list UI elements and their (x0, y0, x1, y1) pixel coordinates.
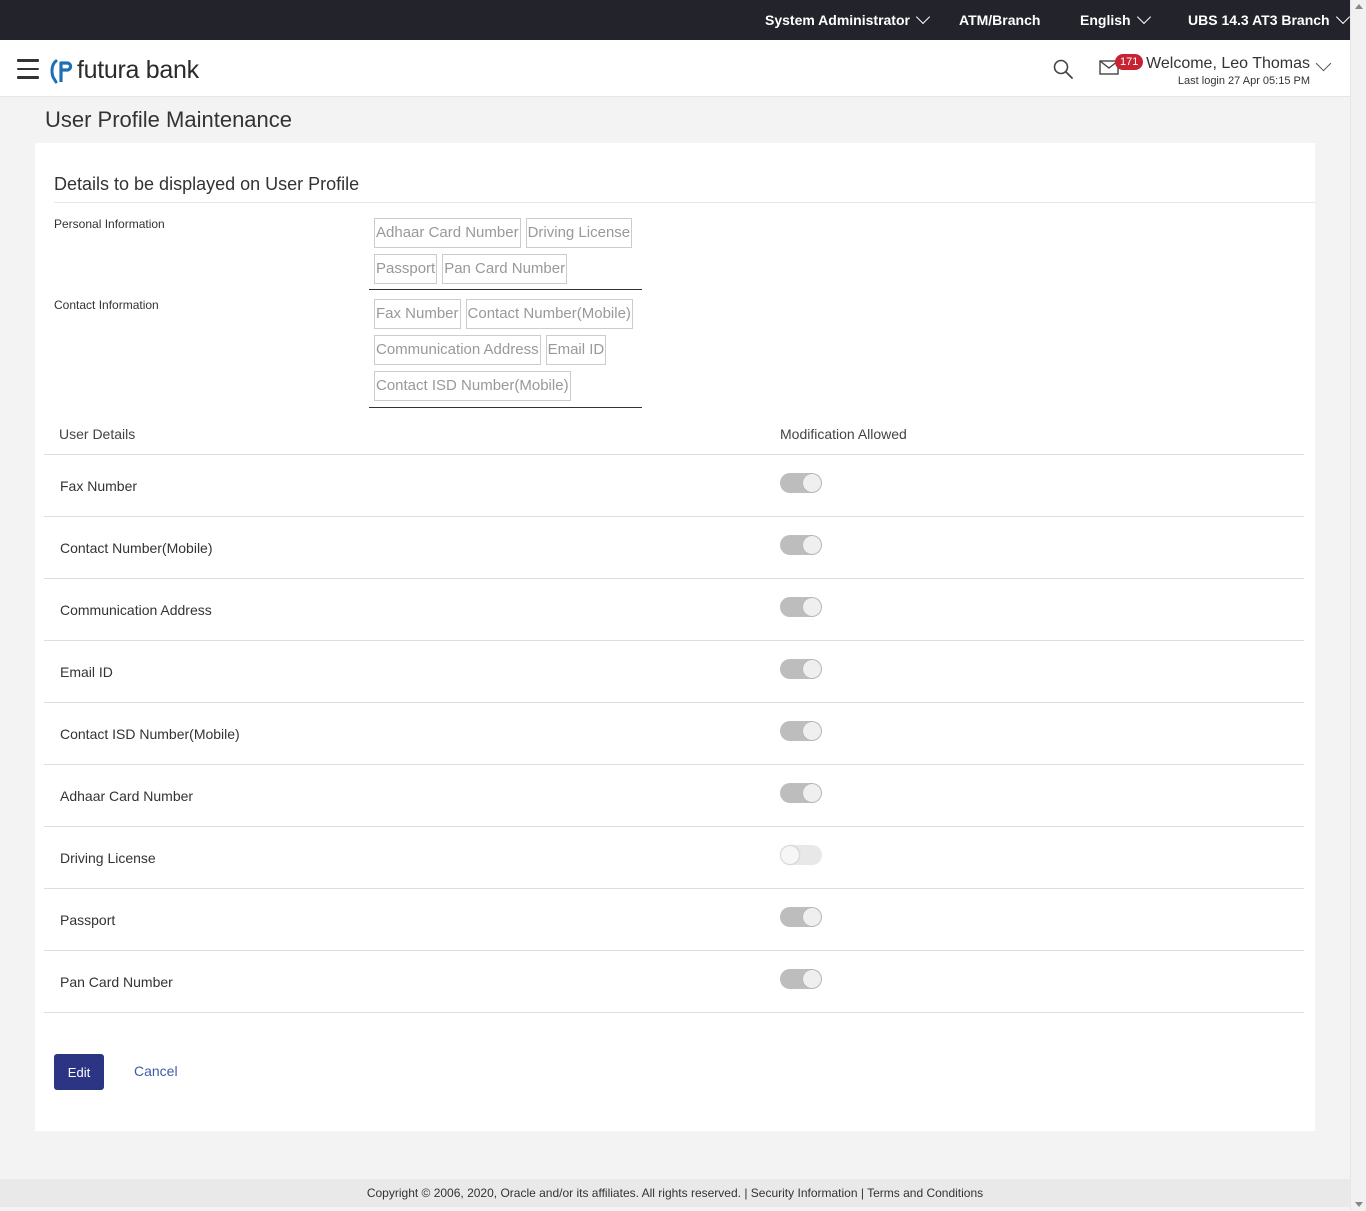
modification-toggle[interactable] (780, 907, 822, 927)
logo[interactable]: futura bank (50, 56, 199, 85)
scrollbar[interactable] (1350, 0, 1366, 1211)
menu-icon[interactable] (17, 59, 39, 79)
row-label: Driving License (60, 850, 156, 866)
table-row: Email ID (44, 641, 1304, 703)
user-welcome[interactable]: Welcome, Leo Thomas Last login 27 Apr 05… (1146, 55, 1310, 87)
chip-pan-card[interactable]: Pan Card Number (442, 254, 568, 284)
chip-contact-isd[interactable]: Contact ISD Number(Mobile) (374, 371, 571, 401)
table-row: Contact Number(Mobile) (44, 517, 1304, 579)
modification-toggle[interactable] (780, 845, 822, 865)
profile-card: Details to be displayed on User Profile … (35, 143, 1315, 1131)
chip-contact-mobile[interactable]: Contact Number(Mobile) (465, 299, 633, 329)
row-label: Adhaar Card Number (60, 788, 194, 804)
row-label: Contact ISD Number(Mobile) (60, 726, 240, 742)
divider (54, 202, 1315, 203)
row-label: Email ID (60, 664, 113, 680)
role-label: System Administrator (765, 12, 910, 28)
row-label: Contact Number(Mobile) (60, 540, 213, 556)
futura-bank-logo-icon (50, 59, 73, 83)
col-modification-allowed: Modification Allowed (780, 426, 907, 442)
col-user-details: User Details (59, 426, 136, 442)
row-label: Communication Address (60, 602, 212, 618)
chip-adhaar[interactable]: Adhaar Card Number (374, 218, 521, 248)
toggle-knob (803, 474, 821, 492)
toggle-knob (803, 970, 821, 988)
search-icon[interactable] (1053, 59, 1073, 79)
toggle-knob (803, 908, 821, 926)
modification-toggle[interactable] (780, 473, 822, 493)
toggle-knob (803, 784, 821, 802)
scroll-up-icon[interactable] (1355, 4, 1363, 9)
footer: Copyright © 2006, 2020, Oracle and/or it… (0, 1179, 1350, 1207)
chip-communication-address[interactable]: Communication Address (374, 335, 541, 365)
chevron-down-icon (1335, 9, 1350, 25)
modification-toggle[interactable] (780, 535, 822, 555)
language-dropdown[interactable]: English (1080, 9, 1151, 28)
chip-driving-license[interactable]: Driving License (525, 218, 633, 248)
contact-info-label: Contact Information (54, 298, 159, 312)
branch-label: UBS 14.3 AT3 Branch (1188, 12, 1330, 28)
chip-email[interactable]: Email ID (545, 335, 607, 365)
row-label: Pan Card Number (60, 974, 173, 990)
table-row: Fax Number (44, 455, 1304, 517)
modification-toggle[interactable] (780, 597, 822, 617)
last-login-text: Last login 27 Apr 05:15 PM (1177, 75, 1310, 87)
row-label: Passport (60, 912, 116, 928)
scroll-down-icon[interactable] (1355, 1202, 1363, 1207)
toggle-knob (803, 536, 821, 554)
page-title: User Profile Maintenance (45, 107, 293, 132)
toggle-knob (803, 722, 821, 740)
chevron-down-icon[interactable] (1315, 55, 1332, 72)
toggle-knob (803, 598, 821, 616)
table-row: Contact ISD Number(Mobile) (44, 703, 1304, 765)
user-details-table: User Details Modification Allowed Fax Nu… (44, 413, 1304, 1013)
atm-branch-link[interactable]: ATM/Branch (959, 12, 1040, 28)
table-row: Pan Card Number (44, 951, 1304, 1013)
terms-link[interactable]: Terms and Conditions (867, 1186, 983, 1200)
modification-toggle[interactable] (780, 969, 822, 989)
chip-passport[interactable]: Passport (374, 254, 438, 284)
toggle-knob (803, 660, 821, 678)
chip-fax[interactable]: Fax Number (374, 299, 461, 329)
modification-toggle[interactable] (780, 659, 822, 679)
table-row: Driving License (44, 827, 1304, 889)
modification-toggle[interactable] (780, 783, 822, 803)
branch-dropdown[interactable]: UBS 14.3 AT3 Branch (1188, 9, 1350, 28)
welcome-text: Welcome, Leo Thomas (1146, 55, 1310, 72)
table-row: Passport (44, 889, 1304, 951)
toggle-knob (781, 846, 799, 864)
atm-branch-label: ATM/Branch (959, 12, 1041, 28)
modification-toggle[interactable] (780, 721, 822, 741)
top-bar: System Administrator ATM/Branch English … (0, 0, 1350, 40)
edit-button[interactable]: Edit (54, 1054, 104, 1090)
contact-info-chips: Fax Number Contact Number(Mobile) Communi… (369, 299, 642, 408)
table-row: Adhaar Card Number (44, 765, 1304, 827)
cancel-button[interactable]: Cancel (134, 1063, 178, 1079)
chevron-down-icon (915, 9, 931, 25)
role-dropdown[interactable]: System Administrator (765, 9, 931, 28)
chevron-down-icon (1136, 9, 1151, 25)
row-label: Fax Number (60, 478, 138, 494)
table-row: Communication Address (44, 579, 1304, 641)
section-title: Details to be displayed on User Profile (54, 174, 360, 194)
language-label: English (1080, 12, 1131, 28)
security-information-link[interactable]: Security Information (751, 1186, 858, 1200)
copyright-text: Copyright © 2006, 2020, Oracle and/or it… (366, 1186, 741, 1200)
table-header: User Details Modification Allowed (44, 413, 1304, 455)
personal-info-label: Personal Information (54, 217, 165, 231)
app-header: futura bank 171 Welcome, Leo Thomas Last… (0, 40, 1350, 97)
logo-text: futura bank (77, 56, 199, 84)
notification-badge[interactable]: 171 (1115, 54, 1144, 70)
personal-info-chips: Adhaar Card Number Driving License Passpo… (369, 218, 642, 290)
